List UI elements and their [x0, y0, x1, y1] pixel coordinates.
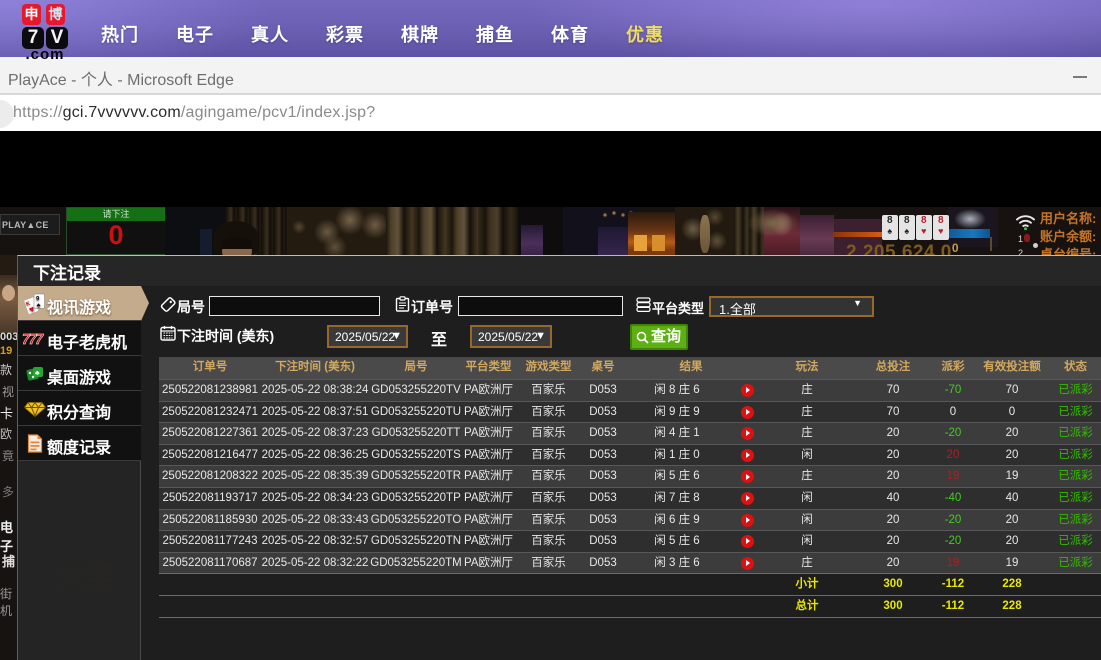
- svg-text:777: 777: [22, 332, 44, 347]
- svg-text:♣: ♣: [35, 370, 40, 377]
- svg-text:♠: ♠: [37, 301, 41, 310]
